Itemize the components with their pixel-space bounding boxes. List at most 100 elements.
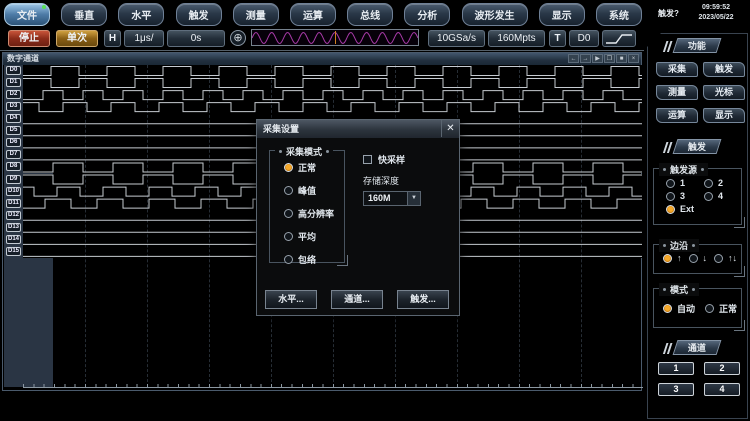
memory-depth-dropdown[interactable]: 160M ▼ [363, 191, 421, 206]
menu-item-3[interactable]: 触发 [176, 3, 222, 26]
preview-cursor[interactable] [335, 31, 336, 44]
function-button-5[interactable]: 显示 [703, 108, 745, 123]
channel-label-D9[interactable]: D9 [6, 175, 21, 184]
menu-item-5[interactable]: 运算 [290, 3, 336, 26]
chevron-down-icon[interactable]: ▼ [407, 192, 420, 205]
group-label: 采集模式 [275, 145, 333, 158]
menu-item-1[interactable]: 垂直 [61, 3, 107, 26]
dropdown-value: 160M [364, 192, 407, 205]
acq-mode-option-0[interactable]: 正常 [284, 161, 334, 174]
channel-label-D0[interactable]: D0 [6, 66, 21, 75]
radio-label: 3 [680, 191, 685, 201]
channel-label-D6[interactable]: D6 [6, 138, 21, 147]
acq-mode-option-3[interactable]: 平均 [284, 230, 334, 243]
dialog-button-1[interactable]: 通道... [331, 290, 383, 309]
trigger-button[interactable]: T [549, 30, 566, 47]
edge-options: ↑↓↑↓ [663, 253, 737, 263]
trigger-status: 触发? [658, 8, 679, 19]
waveform-preview[interactable] [251, 29, 419, 46]
function-button-1[interactable]: 触发 [703, 62, 745, 77]
edge-group: 边沿 ↑↓↑↓ [653, 244, 742, 274]
channel-label-D12[interactable]: D12 [6, 211, 21, 220]
channel-button-3[interactable]: 3 [658, 383, 694, 396]
channel-label-D10[interactable]: D10 [6, 187, 21, 196]
menu-item-8[interactable]: 波形发生 [462, 3, 528, 26]
trigger-source-display[interactable]: D0 [569, 30, 599, 47]
play-icon[interactable]: ▶ [592, 54, 603, 63]
channel-label-D13[interactable]: D13 [6, 223, 21, 232]
channel-section-header: 通道 [673, 340, 722, 355]
function-button-4[interactable]: 运算 [656, 108, 698, 123]
maximize-icon[interactable]: ■ [616, 54, 627, 63]
radio-icon [704, 179, 713, 188]
single-button[interactable]: 单次 [56, 30, 98, 47]
dialog-button-0[interactable]: 水平... [265, 290, 317, 309]
trigger-source-option-2[interactable]: 3 [666, 191, 698, 201]
menu-item-9[interactable]: 显示 [539, 3, 585, 26]
acq-mode-option-1[interactable]: 峰值 [284, 184, 334, 197]
function-button-2[interactable]: 测量 [656, 85, 698, 100]
scroll-left-icon[interactable]: ← [568, 54, 579, 63]
scroll-right-icon[interactable]: → [580, 54, 591, 63]
acq-mode-option-4[interactable]: 包络 [284, 253, 334, 266]
horizontal-offset-button[interactable]: 0s [167, 30, 225, 47]
channel-label-D5[interactable]: D5 [6, 126, 21, 135]
fast-sample-row[interactable]: 快采样 [363, 153, 405, 166]
radio-label: 包络 [298, 253, 316, 266]
acquisition-mode-group: 采集模式 正常峰值高分辨率平均包络 [269, 150, 345, 263]
channel-label-D11[interactable]: D11 [6, 199, 21, 208]
radio-label: ↓ [703, 253, 708, 263]
edge-option-0[interactable]: ↑ [663, 253, 682, 263]
channel-button-2[interactable]: 2 [704, 362, 740, 375]
function-button-0[interactable]: 采集 [656, 62, 698, 77]
channel-button-1[interactable]: 1 [658, 362, 694, 375]
channel-label-D8[interactable]: D8 [6, 162, 21, 171]
timebase-button[interactable]: 1μs/ [124, 30, 164, 47]
radio-label: 4 [718, 191, 723, 201]
radio-icon [284, 186, 293, 195]
channel-label-D3[interactable]: D3 [6, 102, 21, 111]
menu-item-6[interactable]: 总线 [347, 3, 393, 26]
restore-icon[interactable]: ❐ [604, 54, 615, 63]
channel-label-D7[interactable]: D7 [6, 150, 21, 159]
fast-sample-checkbox[interactable] [363, 155, 372, 164]
close-icon[interactable]: × [628, 54, 639, 63]
channel-label-D14[interactable]: D14 [6, 235, 21, 244]
channel-label-D2[interactable]: D2 [6, 90, 21, 99]
function-button-3[interactable]: 光标 [703, 85, 745, 100]
dialog-close-icon[interactable]: ✕ [441, 120, 459, 137]
radio-icon [704, 192, 713, 201]
trigger-source-option-1[interactable]: 2 [704, 178, 736, 188]
radio-icon [666, 205, 675, 214]
trigger-source-label: 触发源 [659, 163, 708, 176]
waveform-D2 [23, 91, 642, 100]
window-controls: ←→▶❐■× [568, 54, 639, 63]
edge-option-1[interactable]: ↓ [689, 253, 708, 263]
menu-item-4[interactable]: 测量 [233, 3, 279, 26]
zoom-icon[interactable]: ⊕ [230, 30, 246, 46]
active-indicator-dot [42, 5, 46, 9]
channel-label-D1[interactable]: D1 [6, 78, 21, 87]
trigger-mode-option-1[interactable]: 正常 [705, 302, 737, 315]
dialog-button-2[interactable]: 触发... [397, 290, 449, 309]
menu-item-0[interactable]: 文件 [4, 3, 50, 26]
radio-label: 峰值 [298, 184, 316, 197]
rising-edge-icon[interactable] [602, 30, 636, 47]
channel-button-4[interactable]: 4 [704, 383, 740, 396]
trigger-source-option-4[interactable]: Ext [666, 204, 698, 214]
radio-icon [714, 254, 723, 263]
menu-item-10[interactable]: 系统 [596, 3, 642, 26]
edge-option-2[interactable]: ↑↓ [714, 253, 737, 263]
menu-item-7[interactable]: 分析 [404, 3, 450, 26]
stop-button[interactable]: 停止 [8, 30, 50, 47]
channel-label-D15[interactable]: D15 [6, 247, 21, 256]
menu-item-2[interactable]: 水平 [118, 3, 164, 26]
clock-date: 2023/05/22 [688, 13, 744, 23]
channel-label-D4[interactable]: D4 [6, 114, 21, 123]
trigger-mode-option-0[interactable]: 自动 [663, 302, 695, 315]
trigger-source-option-3[interactable]: 4 [704, 191, 736, 201]
acq-mode-option-2[interactable]: 高分辨率 [284, 207, 334, 220]
trigger-source-option-0[interactable]: 1 [666, 178, 698, 188]
radio-label: 正常 [298, 161, 316, 174]
horizontal-button[interactable]: H [104, 30, 121, 47]
